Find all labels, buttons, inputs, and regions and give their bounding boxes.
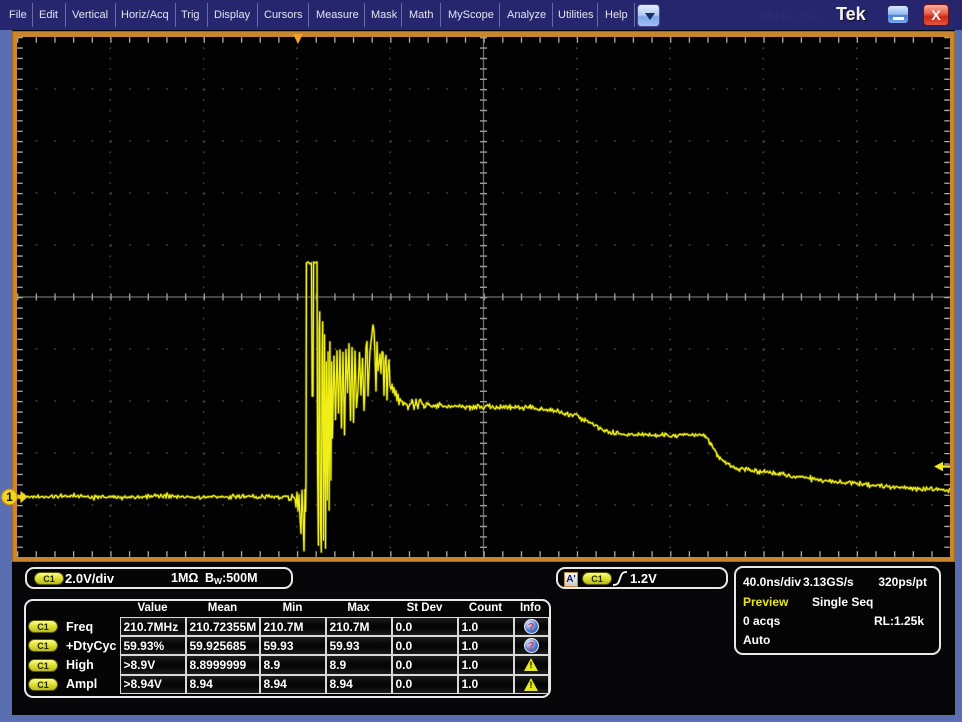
svg-text:1: 1 (6, 490, 13, 504)
